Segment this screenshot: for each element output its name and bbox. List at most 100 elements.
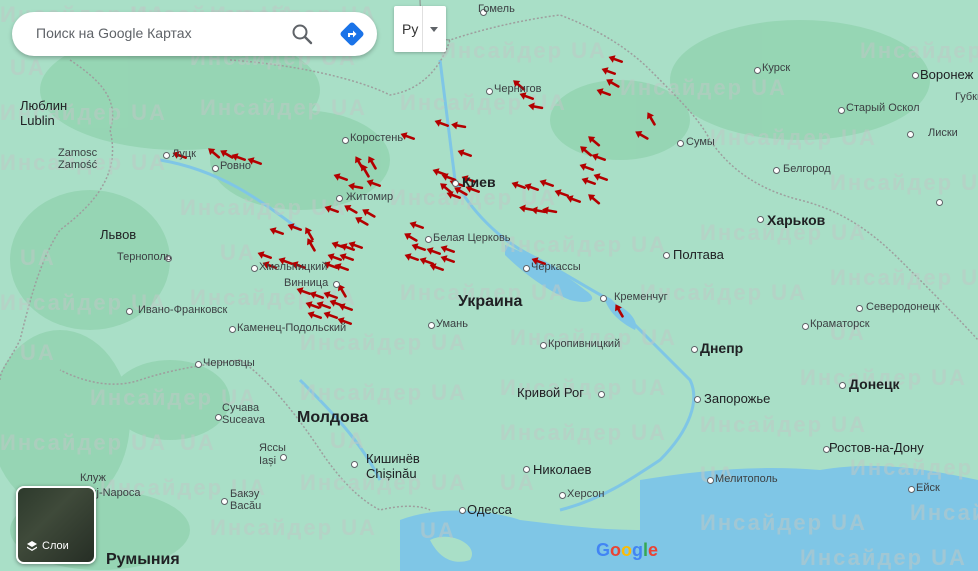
- city-dot: [251, 265, 258, 272]
- city-dot: [212, 165, 219, 172]
- city-dot: [333, 281, 340, 288]
- city-dot: [598, 391, 605, 398]
- city-dot: [452, 180, 459, 187]
- search-box: [12, 12, 377, 56]
- city-dot: [195, 361, 202, 368]
- city-label: Люблин Lublin: [20, 98, 68, 128]
- city-dot: [163, 152, 170, 159]
- city-label: Ейск: [916, 482, 940, 494]
- city-label: Умань: [436, 318, 468, 330]
- city-label: Николаев: [533, 462, 592, 477]
- directions-icon[interactable]: [338, 20, 366, 48]
- city-dot: [336, 195, 343, 202]
- city-label: Винница: [284, 277, 329, 289]
- city-label: Донецк: [849, 376, 900, 392]
- layers-label: Слои: [42, 540, 69, 552]
- city-dot: [707, 477, 714, 484]
- city-label: Полтава: [673, 247, 724, 262]
- city-label: Кропивницкий: [548, 338, 621, 350]
- google-logo: Google: [596, 540, 659, 560]
- city-label: Каменец-Подольский: [237, 322, 347, 334]
- city-dot: [126, 308, 133, 315]
- city-dot: [425, 236, 432, 243]
- country-label-romania: Румыния: [106, 551, 180, 568]
- city-label: Белая Церковь: [433, 232, 511, 244]
- city-dot: [229, 326, 236, 333]
- city-label: Ивано-Франковск: [138, 304, 228, 316]
- city-label: Черновцы: [203, 357, 255, 369]
- city-label: Лиски: [928, 127, 958, 139]
- city-label: Сумы: [686, 136, 715, 148]
- city-label: Кременчуг: [614, 291, 668, 303]
- city-dot: [600, 295, 607, 302]
- city-dot: [215, 414, 222, 421]
- city-label: Чернигов: [494, 83, 542, 95]
- city-label: Хмельницкий: [259, 261, 328, 273]
- city-dot: [907, 131, 914, 138]
- city-label: Херсон: [567, 488, 605, 500]
- city-dot: [221, 498, 228, 505]
- city-dot: [523, 265, 530, 272]
- city-label: Луцк: [172, 148, 196, 160]
- city-dot: [694, 396, 701, 403]
- city-dot: [839, 382, 846, 389]
- city-label: Воронеж: [920, 67, 974, 82]
- search-icon[interactable]: [290, 22, 314, 46]
- city-dot: [838, 107, 845, 114]
- city-label: Кишинёв Chișinău: [366, 451, 420, 481]
- city-label: Запорожье: [704, 391, 771, 406]
- city-label: Бакэу Bacău: [230, 488, 262, 512]
- city-dot: [486, 88, 493, 95]
- city-label: Львов: [100, 227, 137, 242]
- city-dot: [773, 167, 780, 174]
- chevron-down-icon: [430, 27, 438, 32]
- search-input[interactable]: [34, 24, 288, 42]
- city-dot: [342, 137, 349, 144]
- city-label: Коростень: [350, 132, 404, 144]
- language-selector[interactable]: Ру: [394, 6, 446, 52]
- city-label: Одесса: [467, 502, 512, 517]
- city-label: Белгород: [783, 163, 831, 175]
- city-dot: [459, 507, 466, 514]
- city-dot: [428, 322, 435, 329]
- layers-icon: [27, 541, 37, 551]
- city-dot: [677, 140, 684, 147]
- city-dot: [663, 252, 670, 259]
- city-dot: [912, 72, 919, 79]
- city-dot: [802, 323, 809, 330]
- city-label: Яссы Iași: [259, 442, 286, 467]
- city-dot: [856, 305, 863, 312]
- city-label: Курск: [762, 62, 791, 74]
- layers-button[interactable]: Слои: [16, 486, 96, 564]
- language-value: Ру: [402, 21, 419, 37]
- city-label: Ростов-на-Дону: [829, 440, 924, 455]
- city-label: Житомир: [346, 191, 394, 203]
- country-label-moldova: Молдова: [297, 409, 369, 426]
- city-label: Краматорск: [810, 318, 870, 330]
- map-canvas[interactable]: [0, 0, 978, 571]
- city-dot: [757, 216, 764, 223]
- city-label: Тернополь: [117, 251, 172, 263]
- city-label: Днепр: [700, 340, 744, 356]
- city-label: Гомель: [478, 3, 515, 15]
- city-label: Харьков: [767, 212, 826, 228]
- city-label: Кривой Рог: [517, 385, 584, 400]
- city-label: Ровно: [220, 160, 252, 172]
- country-label-ukraine: Украина: [458, 293, 523, 310]
- city-label: Старый Оскол: [846, 102, 920, 114]
- city-label: Северодонецк: [866, 301, 940, 313]
- city-label: Губкин: [955, 91, 978, 103]
- city-dot: [540, 342, 547, 349]
- city-dot: [754, 67, 761, 74]
- city-dot: [691, 346, 698, 353]
- city-dot: [908, 486, 915, 493]
- city-label: Сучава Suceava: [222, 402, 265, 426]
- city-dot: [936, 199, 943, 206]
- city-label: Zamosc Zamość: [58, 147, 98, 171]
- city-dot: [523, 466, 530, 473]
- city-dot: [559, 492, 566, 499]
- city-label: Мелитополь: [715, 473, 778, 485]
- city-dot: [351, 461, 358, 468]
- city-label: Черкассы: [531, 261, 581, 273]
- city-label: Киев: [462, 174, 496, 190]
